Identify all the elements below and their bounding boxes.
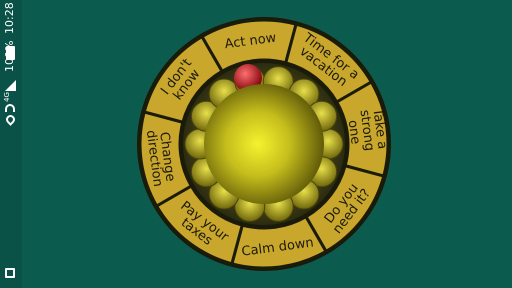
decision-wheel[interactable]: Act now Time for avacationTake astrongone…	[0, 0, 512, 288]
spin-button[interactable]	[204, 84, 324, 204]
